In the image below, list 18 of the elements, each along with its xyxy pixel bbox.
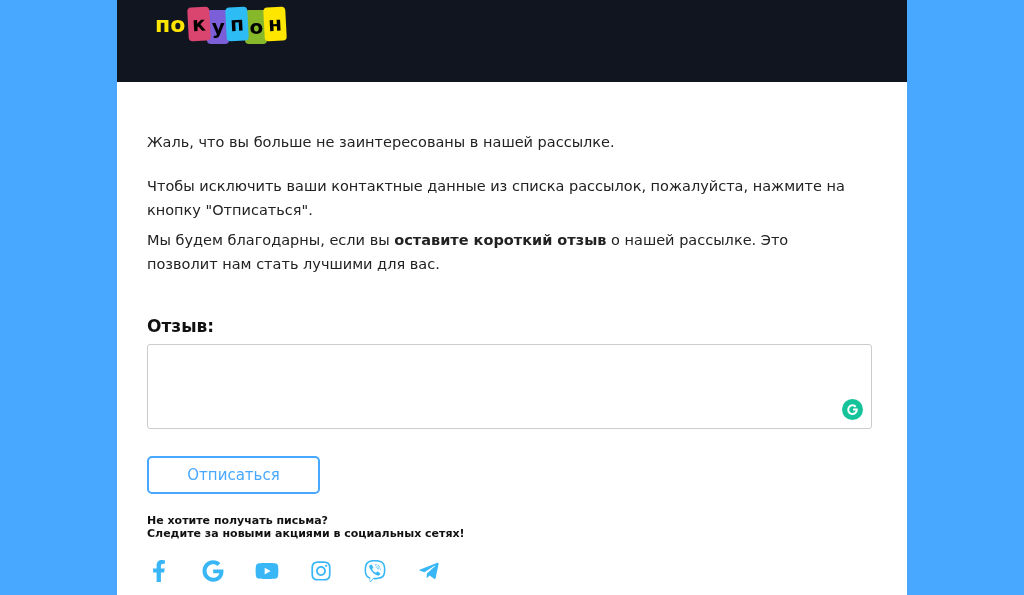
info-paragraph: Мы будем благодарны, если вы оставите короткий отзыв о нашей рассылке. Это позволит нам стать лучшими для вас.	[147, 231, 790, 274]
logo-text: по	[155, 10, 186, 39]
footer-text: Следите за новыми акциями в социальных сетях!	[147, 527, 466, 540]
grammar-icon	[842, 399, 863, 420]
regret-text: Жаль, что вы больше не заинтересованы в нашей рассылке.	[147, 133, 616, 152]
logo-tag: к	[187, 6, 212, 42]
youtube-icon[interactable]	[255, 560, 279, 582]
unsubscribe-button[interactable]: Отписаться	[147, 456, 320, 494]
feedback-field[interactable]	[147, 344, 872, 429]
feedback-label: Отзыв:	[147, 315, 216, 338]
logo-tag: п	[225, 6, 250, 42]
google-icon[interactable]	[201, 560, 225, 582]
phone-icon[interactable]	[363, 560, 387, 582]
instagram-icon[interactable]	[309, 560, 333, 582]
info-paragraph: Чтобы исключить ваши контактные данные из списка рассылок, пожалуйста, нажмите на кнопку "Отписаться".	[147, 177, 846, 220]
logo-tag: н	[263, 6, 288, 42]
footer-text: Не хотите получать письма?	[147, 514, 329, 527]
paper-plane-icon[interactable]	[417, 560, 441, 582]
